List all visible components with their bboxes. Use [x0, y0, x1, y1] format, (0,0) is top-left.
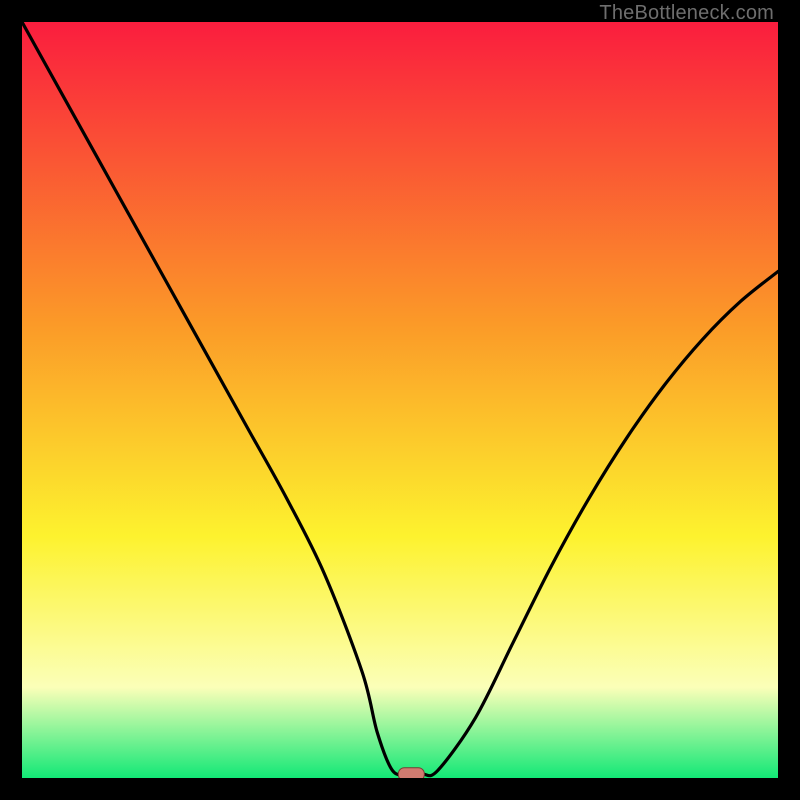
gradient-background	[22, 22, 778, 778]
bottleneck-chart	[22, 22, 778, 778]
optimal-marker	[398, 768, 424, 778]
chart-frame	[22, 22, 778, 778]
